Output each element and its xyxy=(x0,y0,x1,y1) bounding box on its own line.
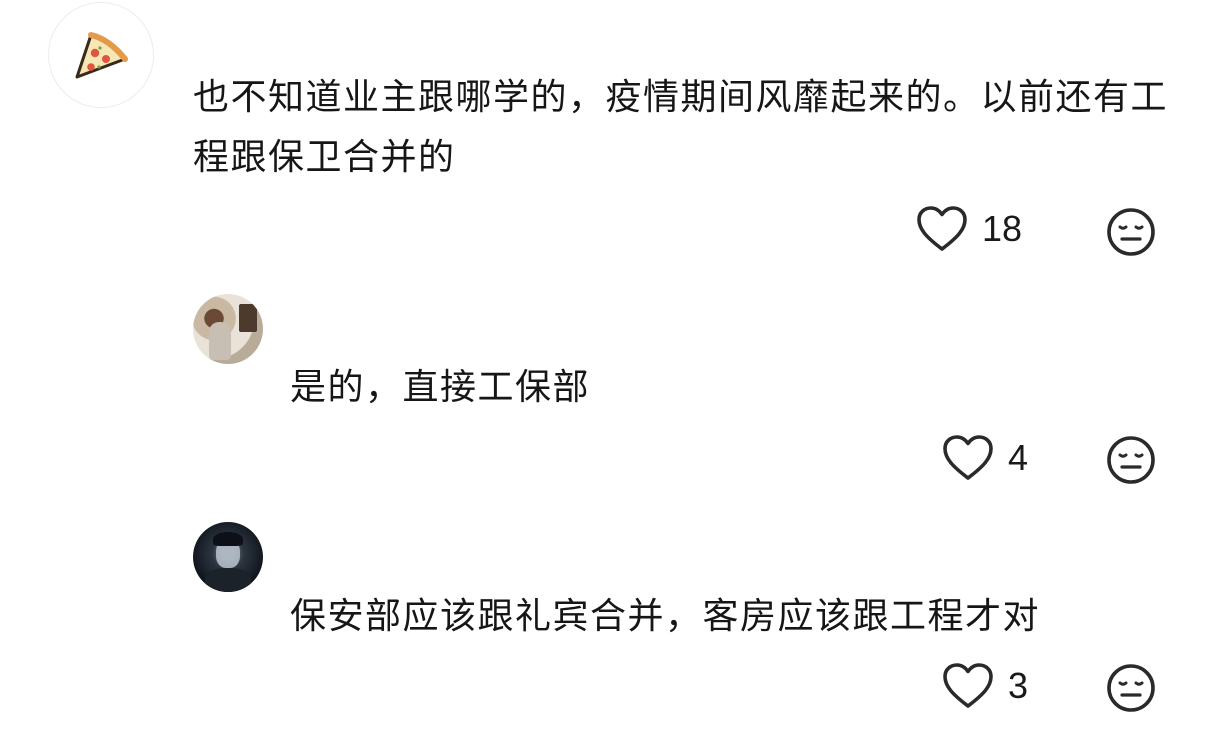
avatar-photo-hair xyxy=(213,532,243,546)
neutral-face-icon[interactable] xyxy=(1106,435,1156,485)
heart-outline-icon xyxy=(917,206,967,251)
comment-text: 也不知道业主跟哪学的，疫情期间风靡起来的。以前还有工程跟保卫合并的 xyxy=(193,77,1169,178)
avatar[interactable] xyxy=(193,522,263,592)
like-count: 4 xyxy=(1008,437,1029,478)
pizza-slice-icon xyxy=(75,32,128,79)
like-button[interactable]: 4 xyxy=(942,434,1028,482)
like-count: 3 xyxy=(1008,665,1029,706)
avatar-photo-detail xyxy=(239,304,257,332)
neutral-face-icon[interactable] xyxy=(1106,207,1156,257)
avatar-photo-figure xyxy=(209,322,231,360)
like-button[interactable]: 3 xyxy=(942,662,1028,710)
reply-text: 是的，直接工保部 xyxy=(290,367,591,408)
heart-outline-icon xyxy=(943,663,993,708)
neutral-face-icon[interactable] xyxy=(1106,663,1156,713)
like-button[interactable]: 18 xyxy=(916,205,1022,253)
like-count: 18 xyxy=(982,208,1023,249)
heart-outline-icon xyxy=(943,435,993,480)
avatar-photo-figure xyxy=(205,568,251,592)
avatar[interactable] xyxy=(48,2,154,108)
reply-text: 保安部应该跟礼宾合并，客房应该跟工程才对 xyxy=(290,596,1041,637)
avatar[interactable] xyxy=(193,294,263,364)
